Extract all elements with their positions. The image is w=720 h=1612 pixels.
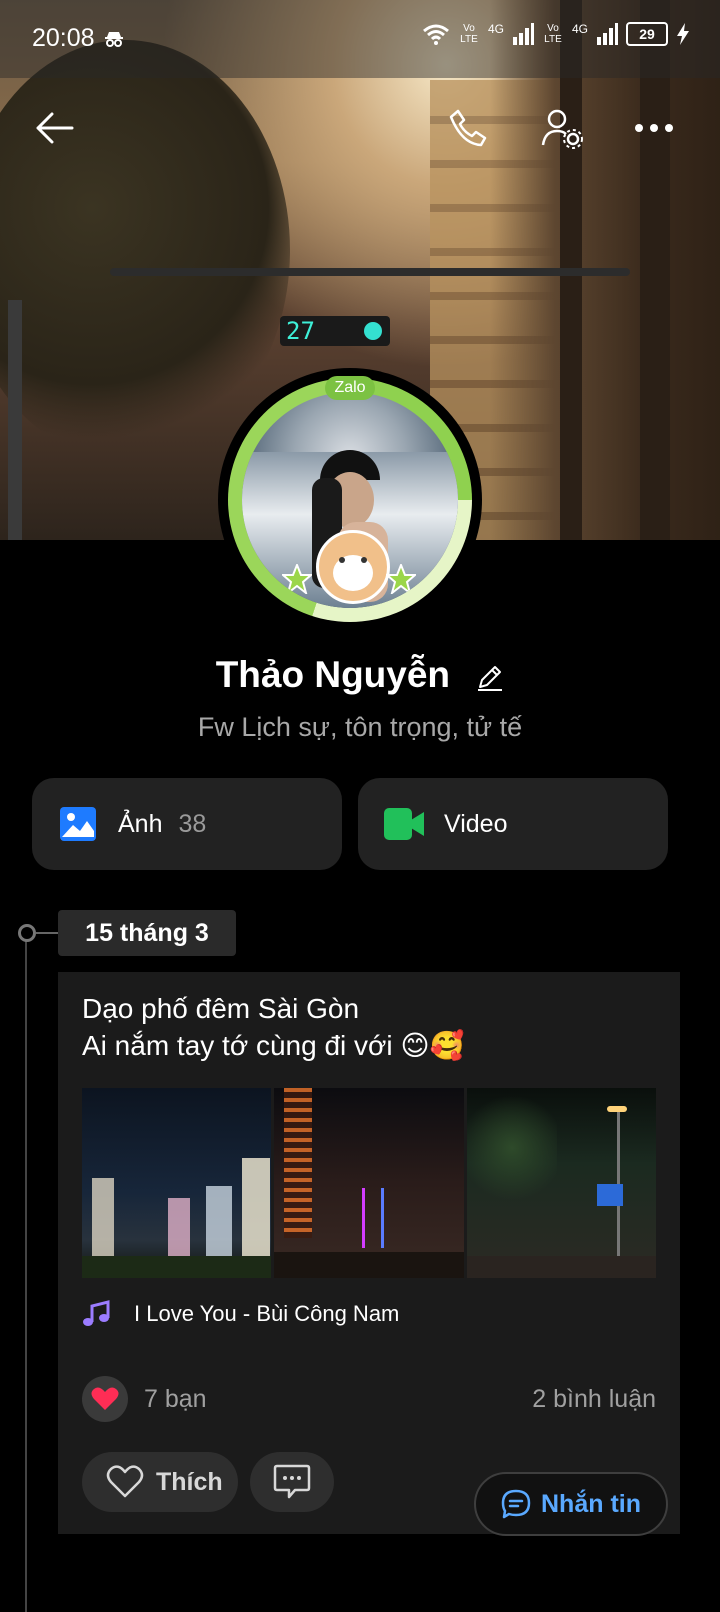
post-photo[interactable]: [274, 1088, 464, 1278]
comments-count[interactable]: 2 bình luận: [532, 1385, 656, 1414]
message-button[interactable]: Nhắn tin: [474, 1472, 668, 1536]
photos-count: 38: [178, 809, 207, 838]
wifi-icon: [423, 24, 449, 45]
like-label: Thích: [156, 1467, 223, 1496]
edit-icon[interactable]: [476, 663, 504, 692]
status-time: 20:08: [32, 24, 95, 52]
post-photos: [82, 1088, 656, 1278]
profile-settings-button[interactable]: [538, 104, 586, 152]
post-music[interactable]: I Love You - Bùi Công Nam: [82, 1300, 399, 1328]
photos-label: Ảnh: [118, 809, 163, 838]
star-icon: [386, 564, 416, 594]
heart-outline-icon: [106, 1465, 144, 1498]
like-button[interactable]: Thích: [82, 1452, 238, 1512]
post-caption-line: Ai nắm tay tớ cùng đi với 😊🥰: [82, 1030, 465, 1061]
status-icons: Vo LTE 4G Vo LTE 4G 29: [422, 22, 690, 46]
signal-icon: [512, 23, 534, 45]
timeline-dot: [18, 924, 36, 942]
avatar[interactable]: [242, 392, 458, 608]
post-caption-line: Dạo phố đêm Sài Gòn: [82, 993, 360, 1024]
zalo-frame-label: Zalo: [325, 376, 375, 400]
star-icon: [282, 564, 312, 594]
comment-button[interactable]: [250, 1452, 334, 1512]
post-reactions: 7 bạn 2 bình luận: [82, 1376, 656, 1422]
incognito-icon: [105, 32, 123, 47]
more-icon: [635, 124, 673, 132]
call-button[interactable]: [444, 104, 492, 152]
likes-count: 7 bạn: [144, 1384, 207, 1413]
cover-tree-left: [0, 40, 290, 460]
volte-label: Vo LTE: [460, 23, 478, 45]
charging-icon: [677, 23, 689, 45]
cover-signal-arm: [110, 268, 630, 276]
network-type: 4G: [571, 22, 588, 36]
video-button[interactable]: Video: [358, 778, 668, 870]
profile-name: Thảo Nguyễn: [215, 654, 451, 695]
timeline-date: 15 tháng 3: [58, 910, 236, 956]
user-settings-icon: [541, 109, 583, 149]
post-photo[interactable]: [82, 1088, 272, 1278]
image-icon: [60, 807, 96, 841]
profile-bio: Fw Lịch sự, tôn trọng, tử tế: [197, 712, 523, 742]
signal-lamp: [364, 322, 382, 340]
cover-pole: [8, 300, 22, 540]
video-icon: [384, 808, 424, 840]
more-button[interactable]: [630, 104, 678, 152]
signal-icon: [597, 23, 618, 45]
post-card[interactable]: Dạo phố đêm Sài Gòn Ai nắm tay tớ cùng đ…: [58, 972, 680, 1534]
profile-name-row: Thảo Nguyễn: [0, 654, 720, 696]
signal-counter: 27: [286, 317, 315, 345]
battery-indicator: 29: [626, 22, 668, 46]
post-caption: Dạo phố đêm Sài Gòn Ai nắm tay tớ cùng đ…: [82, 990, 464, 1064]
photos-button[interactable]: Ảnh 38: [32, 778, 342, 870]
music-note-icon: [83, 1300, 110, 1326]
shiba-sticker-icon: [316, 530, 390, 604]
likes-summary[interactable]: 7 bạn: [82, 1376, 207, 1422]
timeline-line: [25, 940, 27, 1612]
phone-icon: [449, 109, 487, 147]
volte-label: Vo LTE: [544, 23, 562, 45]
video-label: Video: [444, 809, 508, 838]
comment-icon: [273, 1464, 311, 1499]
chat-icon: [501, 1489, 531, 1519]
back-arrow-icon: [36, 112, 74, 144]
post-photo[interactable]: [466, 1088, 656, 1278]
heart-reaction-icon: [82, 1376, 128, 1422]
cover-trunk: [640, 0, 670, 540]
music-title: I Love You - Bùi Công Nam: [134, 1301, 400, 1326]
back-button[interactable]: [30, 104, 78, 152]
message-label: Nhắn tin: [541, 1489, 641, 1518]
status-bar: 20:08 Vo LTE 4G Vo LTE 4G 29: [0, 0, 720, 78]
timeline-connector: [36, 932, 58, 934]
network-type: 4G: [487, 22, 504, 36]
traffic-signal: 27: [280, 316, 390, 346]
